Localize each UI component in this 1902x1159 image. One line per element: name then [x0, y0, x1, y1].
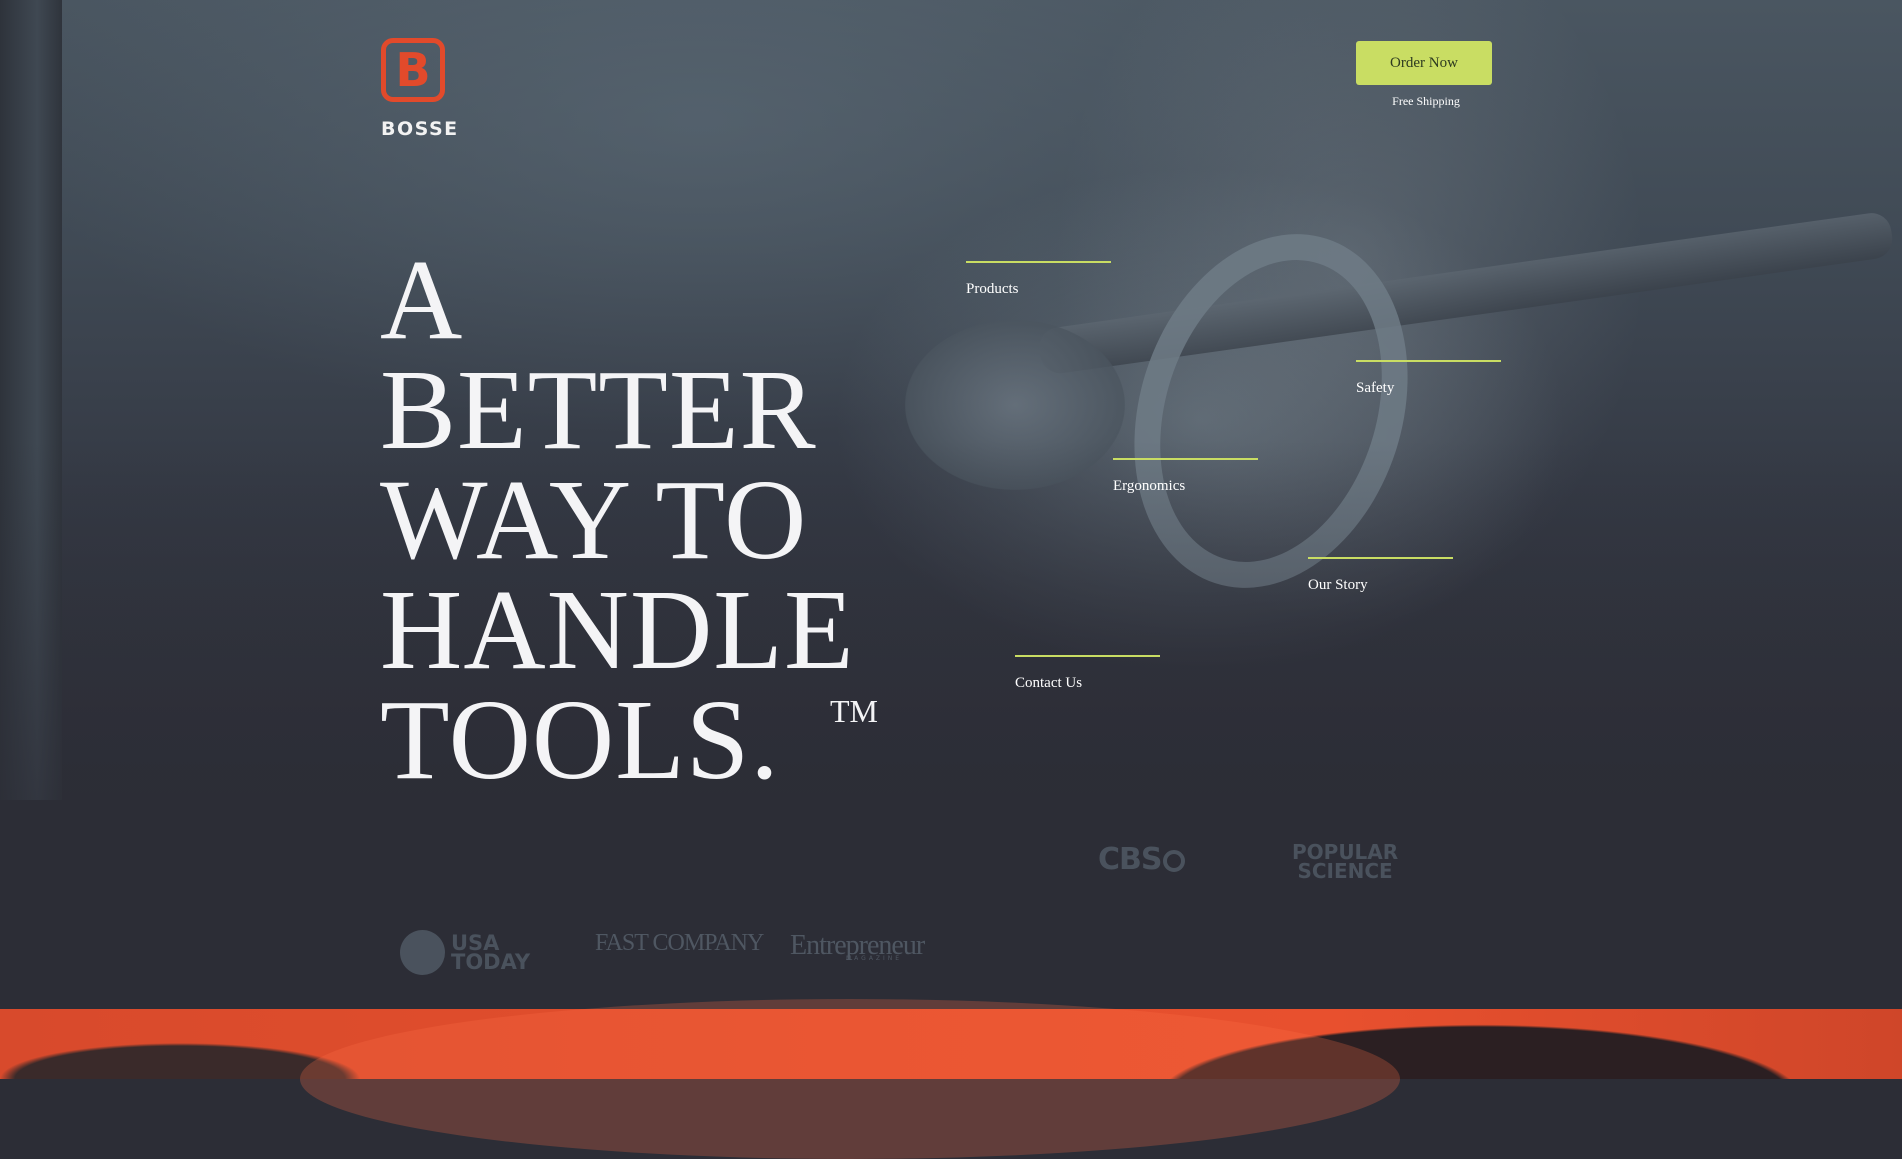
press-logo-popular-science: POPULAR SCIENCE: [1292, 842, 1398, 883]
headline-line: A: [380, 236, 464, 363]
free-shipping-note: Free Shipping: [1392, 94, 1460, 108]
trademark-symbol: TM: [830, 693, 878, 729]
popsci-line: SCIENCE: [1297, 859, 1393, 883]
cbs-wordmark: CBS: [1098, 842, 1162, 877]
hero-headline: A BETTER WAY TO HANDLE TOOLS.: [380, 236, 855, 803]
cbs-eye-icon: [1162, 850, 1185, 872]
press-logo-cbs: CBS: [1098, 842, 1185, 877]
logo-letter: B: [395, 43, 431, 97]
press-logo-fast-company: FAST COMPANY: [595, 930, 764, 956]
logo-mark-icon: B: [381, 38, 445, 102]
hero-shade: [0, 0, 1902, 800]
nav-link-our-story[interactable]: Our Story: [1308, 557, 1453, 594]
headline-line: HANDLE: [380, 566, 855, 693]
next-section-shape: [300, 999, 1400, 1159]
nav-link-safety[interactable]: Safety: [1356, 360, 1501, 397]
hero-background: [0, 0, 1902, 800]
next-section-preview: [0, 999, 1902, 1159]
entrepreneur-subtitle: MAGAZINE: [846, 955, 903, 962]
nav-link-products[interactable]: Products: [966, 261, 1111, 298]
brand-logo[interactable]: B BOSSE: [381, 38, 459, 140]
usa-today-wordmark: USA TODAY: [451, 933, 531, 974]
nav-link-contact-us[interactable]: Contact Us: [1015, 655, 1160, 692]
order-now-button[interactable]: Order Now: [1356, 41, 1492, 85]
usa-today-line: TODAY: [451, 950, 531, 974]
logo-wordmark: BOSSE: [381, 118, 459, 140]
nav-link-ergonomics[interactable]: Ergonomics: [1113, 458, 1258, 495]
headline-line: WAY TO: [380, 456, 808, 583]
usa-today-dot-icon: [400, 930, 445, 975]
headline-line: BETTER: [380, 346, 817, 473]
headline-line: TOOLS.: [380, 676, 780, 803]
